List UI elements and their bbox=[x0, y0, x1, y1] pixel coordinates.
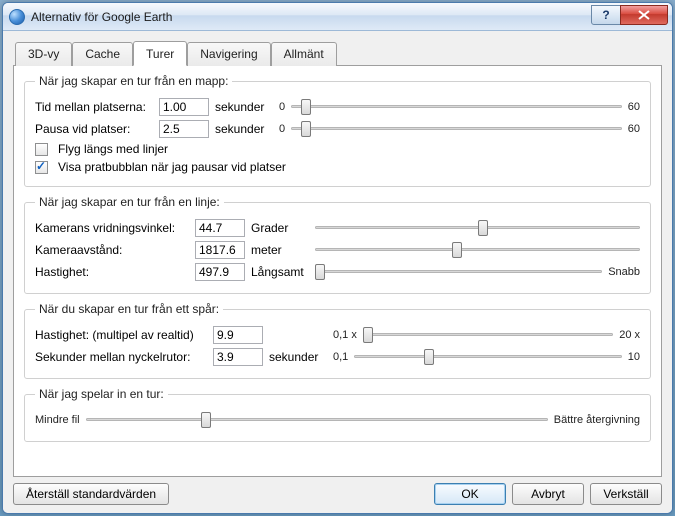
window-buttons: ? bbox=[592, 5, 672, 25]
input-track-speed[interactable] bbox=[213, 326, 263, 344]
input-time-between[interactable] bbox=[159, 98, 209, 116]
group-recording-legend: När jag spelar in en tur: bbox=[35, 387, 168, 401]
unit-time-between: sekunder bbox=[215, 100, 273, 114]
row-keyframes: Sekunder mellan nyckelrutor: sekunder 0,… bbox=[35, 348, 640, 366]
reset-defaults-button[interactable]: Återställ standardvärden bbox=[13, 483, 169, 505]
input-keyframes[interactable] bbox=[213, 348, 263, 366]
window-title: Alternativ för Google Earth bbox=[31, 10, 592, 24]
tab-3d-vy[interactable]: 3D-vy bbox=[15, 42, 72, 66]
tab-cache[interactable]: Cache bbox=[72, 42, 133, 66]
min-time-between: 0 bbox=[279, 101, 285, 113]
checkbox-show-balloon[interactable] bbox=[35, 161, 48, 174]
row-line-speed: Hastighet: Långsamt Snabb bbox=[35, 263, 640, 281]
row-show-balloon: Visa pratbubblan när jag pausar vid plat… bbox=[35, 160, 640, 174]
row-time-between: Tid mellan platserna: sekunder 0 60 bbox=[35, 98, 640, 116]
tab-turer[interactable]: Turer bbox=[133, 41, 187, 66]
tab-strip: 3D-vy Cache Turer Navigering Allmänt bbox=[13, 42, 662, 66]
row-fly-along: Flyg längs med linjer bbox=[35, 142, 640, 156]
close-button[interactable] bbox=[620, 5, 668, 25]
group-from-line: När jag skapar en tur från en linje: Kam… bbox=[24, 195, 651, 294]
min-track-speed: 0,1 x bbox=[333, 329, 357, 341]
label-camera-distance: Kameraavstånd: bbox=[35, 243, 189, 257]
label-time-between: Tid mellan platserna: bbox=[35, 100, 153, 114]
max-record-quality: Bättre återgivning bbox=[554, 414, 640, 426]
label-camera-angle: Kamerans vridningsvinkel: bbox=[35, 221, 189, 235]
row-camera-distance: Kameraavstånd: meter bbox=[35, 241, 640, 259]
cancel-button[interactable]: Avbryt bbox=[512, 483, 584, 505]
unit-keyframes: sekunder bbox=[269, 350, 327, 364]
label-show-balloon[interactable]: Visa pratbubblan när jag pausar vid plat… bbox=[58, 160, 286, 174]
unit-camera-distance: meter bbox=[251, 243, 309, 257]
ok-button[interactable]: OK bbox=[434, 483, 506, 505]
row-camera-angle: Kamerans vridningsvinkel: Grader bbox=[35, 219, 640, 237]
label-fly-along[interactable]: Flyg längs med linjer bbox=[58, 142, 168, 156]
group-from-folder: När jag skapar en tur från en mapp: Tid … bbox=[24, 74, 651, 187]
slider-camera-angle[interactable] bbox=[315, 219, 640, 237]
tab-navigering[interactable]: Navigering bbox=[187, 42, 270, 66]
label-keyframes: Sekunder mellan nyckelrutor: bbox=[35, 350, 207, 364]
slider-pause-at[interactable] bbox=[291, 120, 622, 138]
slider-line-speed[interactable] bbox=[315, 263, 602, 281]
unit-camera-angle: Grader bbox=[251, 221, 309, 235]
slider-track-speed[interactable] bbox=[363, 326, 613, 344]
input-camera-distance[interactable] bbox=[195, 241, 245, 259]
client-area: 3D-vy Cache Turer Navigering Allmänt När… bbox=[3, 31, 672, 513]
group-recording: När jag spelar in en tur: Mindre fil Bät… bbox=[24, 387, 651, 442]
group-from-line-legend: När jag skapar en tur från en linje: bbox=[35, 195, 224, 209]
input-line-speed[interactable] bbox=[195, 263, 245, 281]
checkbox-fly-along[interactable] bbox=[35, 143, 48, 156]
row-record-quality: Mindre fil Bättre återgivning bbox=[35, 411, 640, 429]
titlebar[interactable]: Alternativ för Google Earth ? bbox=[3, 3, 672, 31]
max-time-between: 60 bbox=[628, 101, 640, 113]
group-from-track: När du skapar en tur från ett spår: Hast… bbox=[24, 302, 651, 379]
help-button[interactable]: ? bbox=[591, 5, 621, 25]
dialog-footer: Återställ standardvärden OK Avbryt Verks… bbox=[13, 477, 662, 505]
label-track-speed: Hastighet: (multipel av realtid) bbox=[35, 328, 207, 342]
dialog-window: Alternativ för Google Earth ? 3D-vy Cach… bbox=[2, 2, 673, 514]
row-track-speed: Hastighet: (multipel av realtid) 0,1 x 2… bbox=[35, 326, 640, 344]
max-pause-at: 60 bbox=[628, 123, 640, 135]
row-pause-at: Pausa vid platser: sekunder 0 60 bbox=[35, 120, 640, 138]
app-icon bbox=[9, 9, 25, 25]
slider-keyframes[interactable] bbox=[354, 348, 621, 366]
label-pause-at: Pausa vid platser: bbox=[35, 122, 153, 136]
tab-allmant[interactable]: Allmänt bbox=[271, 42, 337, 66]
min-record-quality: Mindre fil bbox=[35, 414, 80, 426]
min-keyframes: 0,1 bbox=[333, 351, 348, 363]
slider-camera-distance[interactable] bbox=[315, 241, 640, 259]
group-from-folder-legend: När jag skapar en tur från en mapp: bbox=[35, 74, 232, 88]
input-pause-at[interactable] bbox=[159, 120, 209, 138]
tab-panel-turer: När jag skapar en tur från en mapp: Tid … bbox=[13, 65, 662, 477]
min-pause-at: 0 bbox=[279, 123, 285, 135]
max-track-speed: 20 x bbox=[619, 329, 640, 341]
apply-button[interactable]: Verkställ bbox=[590, 483, 662, 505]
label-line-speed: Hastighet: bbox=[35, 265, 189, 279]
slider-record-quality[interactable] bbox=[86, 411, 548, 429]
max-keyframes: 10 bbox=[628, 351, 640, 363]
max-line-speed: Snabb bbox=[608, 266, 640, 278]
input-camera-angle[interactable] bbox=[195, 219, 245, 237]
min-line-speed: Långsamt bbox=[251, 265, 309, 279]
unit-pause-at: sekunder bbox=[215, 122, 273, 136]
slider-time-between[interactable] bbox=[291, 98, 622, 116]
group-from-track-legend: När du skapar en tur från ett spår: bbox=[35, 302, 223, 316]
